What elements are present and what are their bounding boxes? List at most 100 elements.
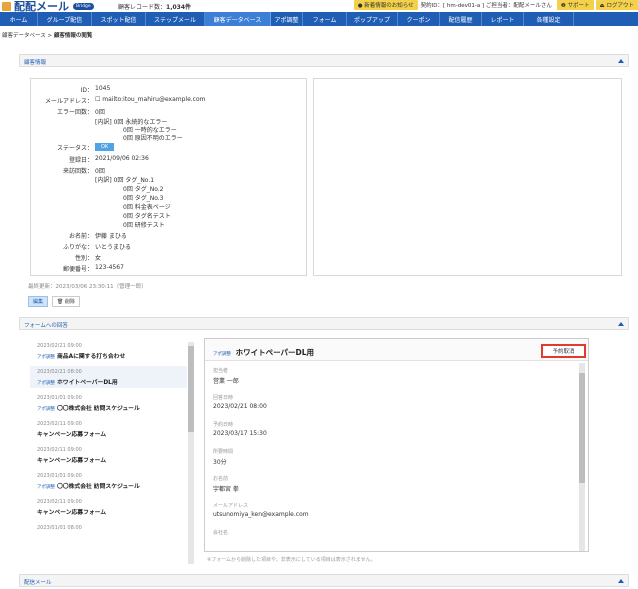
- customer-field-value: 0回: [95, 168, 105, 175]
- detail-header: アポ調整 ホワイトペーパーDL用 予約取消: [205, 339, 588, 361]
- logout-button[interactable]: ⏏ ログアウト: [595, 0, 638, 10]
- form-answer-item[interactable]: 2023/02/11 09:00 キャンペーン応募フォーム: [30, 444, 187, 466]
- form-answer-item[interactable]: 2023/01/01 08:00: [30, 522, 187, 544]
- collapse-caret-icon[interactable]: [618, 322, 624, 326]
- answer-title-text: ホワイトペーパーDL用: [57, 380, 118, 386]
- customer-field-value: 123-4567: [95, 264, 124, 271]
- edit-button[interactable]: 編集: [28, 296, 49, 307]
- nav-item[interactable]: フォーム: [303, 12, 347, 26]
- form-answer-detail: アポ調整 ホワイトペーパーDL用 予約取消 担当者営業 一郎回答日時 2023/0…: [204, 338, 589, 552]
- form-answer-item[interactable]: 2023/02/21 09:00 アポ調整 商品Aに関する打ち合わせ: [30, 340, 187, 362]
- last-updated: 最終更新：2023/03/06 23:30:11（管理一郎）: [28, 284, 147, 290]
- form-answer-item[interactable]: 2023/01/01 09:00 アポ調整 〇〇株式会社 訪問スケジュール: [30, 470, 187, 492]
- answer-title: キャンペーン応募フォーム: [37, 455, 106, 464]
- app-logo[interactable]: 配配メール Bridge: [2, 0, 94, 13]
- detail-title: アポ調整 ホワイトペーパーDL用: [213, 347, 314, 358]
- detail-field-value: 2023/02/21 08:00: [213, 403, 267, 410]
- collapse-caret-icon[interactable]: [618, 579, 624, 583]
- customer-field-label: エラー回数：: [56, 109, 93, 116]
- detail-field-label: メールアドレス: [213, 503, 249, 509]
- status-value: OK: [95, 143, 115, 151]
- customer-field-label: お名前：: [68, 233, 93, 240]
- answer-title: アポ調整 ホワイトペーパーDL用: [37, 377, 118, 386]
- customer-field-label: ふりがな：: [62, 244, 93, 251]
- form-answer-item[interactable]: 2023/02/11 09:00 キャンペーン応募フォーム: [30, 496, 187, 518]
- detail-scroll-thumb[interactable]: [579, 373, 585, 483]
- customer-field-value: 0回 料金表ページ: [123, 204, 171, 211]
- answer-date: 2023/02/21 08:00: [37, 369, 82, 375]
- nav-item[interactable]: ステップメール: [146, 12, 205, 26]
- nav-item[interactable]: 配信履歴: [440, 12, 482, 26]
- answer-date: 2023/02/11 09:00: [37, 447, 82, 453]
- breadcrumb-root[interactable]: 顧客データベース: [2, 33, 46, 39]
- main-nav: ホーム グループ配信 スポット配信 ステップメール 顧客データベース アポ調整 フォーム ポッ…: [0, 12, 638, 26]
- answer-date: 2023/02/11 09:00: [37, 421, 82, 427]
- detail-scrollbar[interactable]: [579, 363, 585, 551]
- detail-field-value: 営業 一郎: [213, 378, 239, 385]
- nav-item[interactable]: ホーム: [0, 12, 38, 26]
- answer-title-text: キャンペーン応募フォーム: [37, 510, 107, 516]
- customer-field-value: [内訳] 0回 タグ_No.1: [95, 177, 155, 184]
- form-answer-list: 2023/02/21 09:00 アポ調整 商品Aに関する打ち合わせ 2023/02/…: [30, 338, 196, 568]
- customer-field-value: 0回 原因不明のエラー: [123, 135, 183, 142]
- breadcrumb: 顧客データベース > 顧客情報の閲覧: [2, 31, 92, 39]
- customer-field-label: 来訪回数：: [62, 168, 93, 175]
- answer-date: 2023/01/01 09:00: [37, 473, 82, 479]
- top-bar: 配配メール Bridge 顧客レコード数：1,034件 ● 新着情報のお知らせ …: [0, 0, 638, 13]
- answer-title: キャンペーン応募フォーム: [37, 507, 106, 516]
- form-answer-item[interactable]: 2023/02/11 09:00 キャンペーン応募フォーム: [30, 418, 187, 440]
- breadcrumb-separator: >: [47, 33, 53, 39]
- customer-field-value: 0回 研修テスト: [123, 222, 165, 229]
- nav-item[interactable]: ポップアップ: [347, 12, 398, 26]
- detail-field-label: 回答日時: [213, 395, 234, 401]
- support-button[interactable]: ❷ サポート: [556, 0, 594, 10]
- record-count: 顧客レコード数：1,034件: [118, 2, 191, 11]
- customer-section-title: 顧客情報: [24, 60, 47, 66]
- detail-field-value: 2023/03/17 15:30: [213, 430, 267, 437]
- answer-title-text: 商品Aに関する打ち合わせ: [57, 354, 126, 360]
- forms-section-title: フォームへの回答: [24, 323, 68, 329]
- form-answer-item[interactable]: 2023/02/21 08:00 アポ調整 ホワイトペーパーDL用: [30, 366, 187, 388]
- customer-section-header[interactable]: 顧客情報: [19, 54, 629, 67]
- answer-date: 2023/01/01 09:00: [37, 395, 82, 401]
- detail-title-text: ホワイトペーパーDL用: [235, 348, 315, 357]
- answer-title: アポ調整 商品Aに関する打ち合わせ: [37, 351, 125, 360]
- customer-field-value: 0回: [95, 109, 105, 116]
- detail-tag: アポ調整: [213, 352, 231, 357]
- nav-item[interactable]: グループ配信: [38, 12, 92, 26]
- logo-mark-icon: [2, 1, 11, 11]
- notice-button[interactable]: ● 新着情報のお知らせ: [353, 0, 418, 10]
- answer-date: 2023/02/21 09:00: [37, 343, 82, 349]
- answer-title-text: 〇〇株式会社 訪問スケジュール: [57, 484, 140, 490]
- nav-item[interactable]: 顧客データベース: [205, 12, 271, 26]
- answer-tag: アポ調整: [37, 381, 55, 386]
- nav-item[interactable]: アポ調整: [271, 12, 303, 26]
- mail-section-title: 配信メール: [24, 580, 52, 586]
- customer-field-value: いとうまひる: [95, 244, 132, 251]
- form-note: ※フォームから削除した項目や、非表示にしている項目は表示されません。: [207, 557, 376, 563]
- collapse-caret-icon[interactable]: [618, 59, 624, 63]
- cancel-reservation-button[interactable]: 予約取消: [541, 344, 586, 358]
- answer-tag: アポ調整: [37, 407, 55, 412]
- record-count-value: 1,034件: [166, 4, 191, 11]
- nav-item[interactable]: スポット配信: [92, 12, 146, 26]
- forms-section-header[interactable]: フォームへの回答: [19, 317, 629, 330]
- answer-title-text: キャンペーン応募フォーム: [37, 458, 107, 464]
- mail-section-header[interactable]: 配信メール: [19, 574, 629, 587]
- detail-field-value: 宇都宮 拳: [213, 486, 239, 493]
- form-answer-item[interactable]: 2023/01/01 09:00 アポ調整 〇〇株式会社 訪問スケジュール: [30, 392, 187, 414]
- nav-item[interactable]: 各種設定: [524, 12, 574, 26]
- nav-item[interactable]: クーポン: [398, 12, 440, 26]
- answer-title: アポ調整 〇〇株式会社 訪問スケジュール: [37, 481, 140, 490]
- breadcrumb-current: 顧客情報の閲覧: [53, 33, 93, 39]
- email-link[interactable]: ☐ mailto:itou_mahiru@example.com: [95, 96, 206, 103]
- answer-list-scroll-thumb[interactable]: [188, 346, 194, 432]
- answer-list-scrollbar[interactable]: [188, 342, 194, 564]
- customer-field-label: メールアドレス：: [44, 98, 93, 105]
- delete-button[interactable]: 🗑 削除: [52, 296, 80, 307]
- customer-field-label: 郵便番号：: [62, 266, 93, 273]
- nav-item[interactable]: レポート: [482, 12, 524, 26]
- detail-field-label: 担当者: [213, 368, 229, 374]
- contract-info: 契約ID：[ hm-dev01-a ] ご担当者：配配メールさん: [420, 3, 552, 9]
- top-right-area: ● 新着情報のお知らせ 契約ID：[ hm-dev01-a ] ご担当者：配配メ…: [352, 0, 638, 10]
